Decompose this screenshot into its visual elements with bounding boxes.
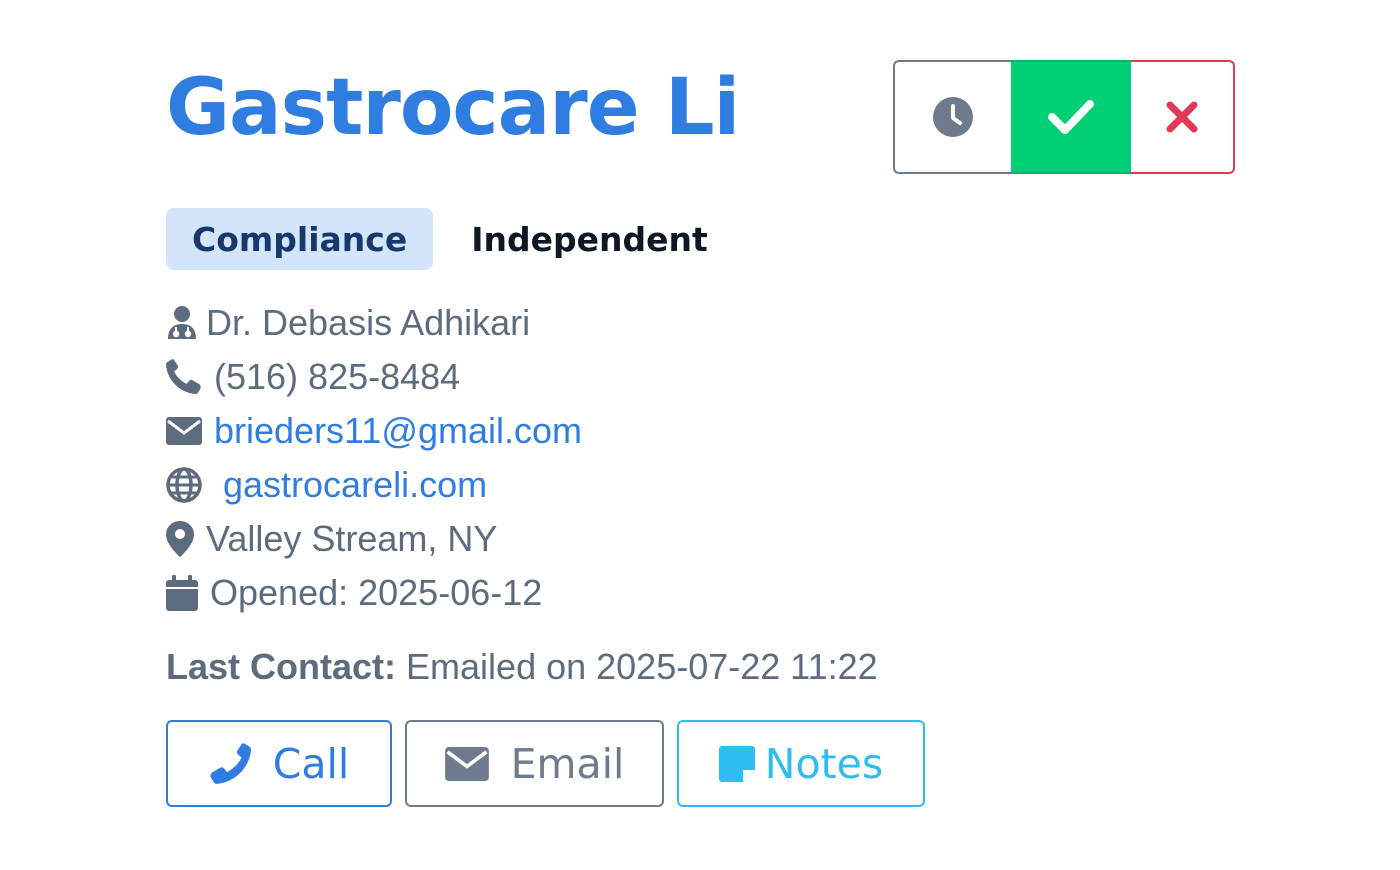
category-tag: Compliance xyxy=(166,208,434,270)
tag-list: Compliance Independent xyxy=(166,208,708,270)
opened-date: Opened: 2025-06-12 xyxy=(210,572,543,613)
email-button[interactable]: Email xyxy=(405,720,664,807)
page-title: Gastrocare Li xyxy=(166,63,740,153)
phone-row: (516) 825-8484 xyxy=(166,350,582,404)
map-pin-icon xyxy=(166,521,206,557)
notes-button[interactable]: Notes xyxy=(677,720,925,807)
sticky-note-icon xyxy=(718,745,755,782)
location-row: Valley Stream, NY xyxy=(166,512,582,566)
location-text: Valley Stream, NY xyxy=(206,518,498,559)
email-button-label: Email xyxy=(510,739,625,788)
website-row: gastrocareli.com xyxy=(166,458,582,512)
doctor-row: Dr. Debasis Adhikari xyxy=(166,296,582,350)
doctor-icon xyxy=(166,305,206,341)
opened-row: Opened: 2025-06-12 xyxy=(166,566,582,620)
call-button-label: Call xyxy=(272,739,350,788)
last-contact-label: Last Contact: xyxy=(166,646,397,687)
pending-status-button[interactable] xyxy=(893,60,1011,174)
doctor-name: Dr. Debasis Adhikari xyxy=(206,302,531,343)
envelope-icon xyxy=(166,417,214,445)
check-icon xyxy=(1048,100,1094,134)
last-contact-value: Emailed on 2025-07-22 11:22 xyxy=(406,646,878,687)
last-contact: Last Contact: Emailed on 2025-07-22 11:2… xyxy=(166,646,878,688)
reject-status-button[interactable] xyxy=(1131,60,1235,174)
contact-info: Dr. Debasis Adhikari (516) 825-8484 brie… xyxy=(166,296,582,620)
approve-status-button[interactable] xyxy=(1011,60,1131,174)
clock-icon xyxy=(933,97,973,137)
phone-icon xyxy=(166,359,214,395)
envelope-icon xyxy=(444,746,489,781)
globe-icon xyxy=(166,467,223,503)
status-toggle-group xyxy=(893,60,1235,174)
notes-button-label: Notes xyxy=(764,739,884,788)
website-link[interactable]: gastrocareli.com xyxy=(223,464,487,506)
close-icon xyxy=(1166,101,1198,133)
email-link[interactable]: brieders11@gmail.com xyxy=(214,410,582,452)
email-row: brieders11@gmail.com xyxy=(166,404,582,458)
phone-number: (516) 825-8484 xyxy=(214,356,461,397)
type-tag: Independent xyxy=(471,219,708,259)
call-button[interactable]: Call xyxy=(166,720,392,807)
phone-icon xyxy=(210,742,251,784)
calendar-icon xyxy=(166,575,210,611)
action-buttons: Call Email Notes xyxy=(166,720,938,807)
